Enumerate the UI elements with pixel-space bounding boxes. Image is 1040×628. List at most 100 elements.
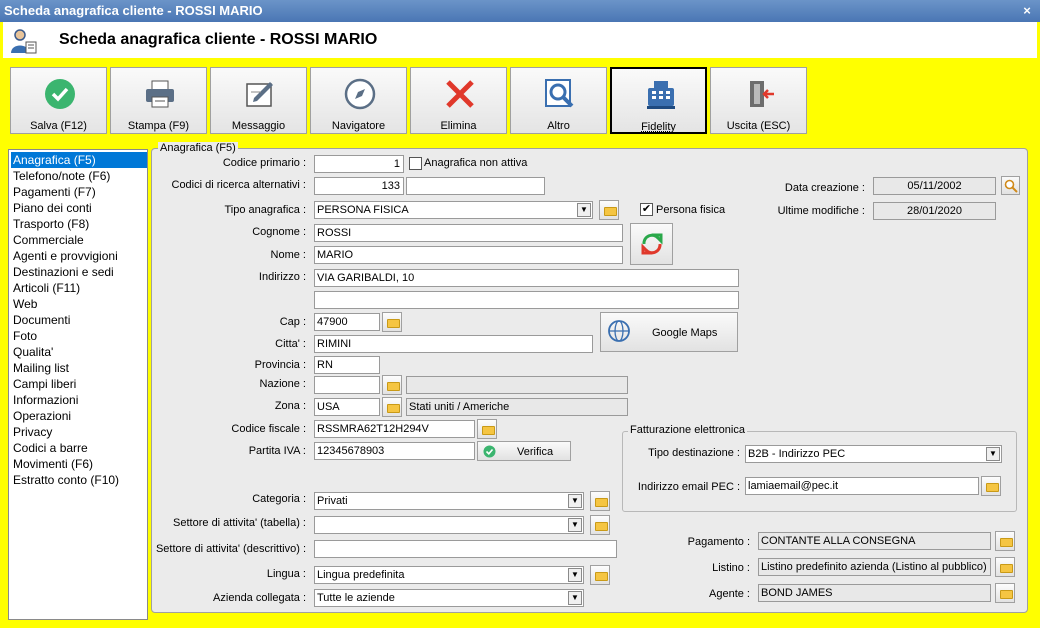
google-maps-button[interactable]: Google Maps (600, 312, 738, 352)
agente-folder-icon[interactable] (995, 583, 1015, 603)
settore-tabella-label: Settore di attivita' (tabella) : (173, 517, 306, 529)
settore-descrittivo-field[interactable] (314, 540, 617, 558)
window-titlebar: Scheda anagrafica cliente - ROSSI MARIO (0, 0, 1040, 22)
navigator-button[interactable]: Navigatore (310, 67, 407, 134)
fatturazione-title: Fatturazione elettronica (628, 424, 747, 436)
nav-item[interactable]: Documenti (11, 312, 147, 328)
nazione-label: Nazione : (259, 378, 306, 390)
tipo-anagrafica-select[interactable]: PERSONA FISICA ▼ (314, 201, 593, 219)
provincia-label: Provincia : (254, 359, 306, 371)
compose-message-icon (246, 82, 273, 107)
tipo-destinazione-select[interactable]: B2B - Indirizzo PEC ▼ (745, 445, 1002, 463)
exit-label: Uscita (ESC) (726, 120, 791, 132)
nav-item[interactable]: Informazioni (11, 392, 147, 408)
globe-icon (608, 320, 630, 342)
indirizzo-field-2[interactable] (314, 291, 739, 309)
nav-item[interactable]: Agenti e provvigioni (11, 248, 147, 264)
save-button[interactable]: Salva (F12) (10, 67, 107, 134)
nav-item[interactable]: Estratto conto (F10) (11, 472, 147, 488)
checkmark-icon (45, 79, 75, 109)
nav-item[interactable]: Mailing list (11, 360, 147, 376)
nav-item[interactable]: Pagamenti (F7) (11, 184, 147, 200)
codici-alternativi-field-2[interactable] (406, 177, 545, 195)
search-date-button[interactable] (1001, 176, 1020, 195)
listino-folder-icon[interactable] (995, 557, 1015, 577)
delete-label: Elimina (440, 120, 477, 132)
chevron-down-icon: ▼ (568, 518, 582, 532)
lingua-value: Lingua predefinita (317, 569, 405, 581)
nav-item[interactable]: Trasporto (F8) (11, 216, 147, 232)
group-title: Anagrafica (F5) (158, 142, 238, 154)
anagrafica-non-attiva-label: Anagrafica non attiva (424, 157, 528, 169)
categoria-select[interactable]: Privati ▼ (314, 492, 584, 510)
codice-fiscale-field[interactable]: RSSMRA62T12H294V (314, 420, 475, 438)
close-icon[interactable]: × (1020, 4, 1034, 18)
pagamento-folder-icon[interactable] (995, 531, 1015, 551)
nome-field[interactable]: MARIO (314, 246, 623, 264)
pagamento-label: Pagamento : (687, 536, 750, 548)
nav-item[interactable]: Privacy (11, 424, 147, 440)
nav-item[interactable]: Anagrafica (F5) (11, 152, 147, 168)
email-pec-field[interactable]: lamiaemail@pec.it (745, 477, 979, 495)
zona-folder-icon[interactable] (382, 397, 402, 417)
nav-item[interactable]: Foto (11, 328, 147, 344)
cap-field[interactable]: 47900 (314, 313, 380, 331)
pagamento-field: CONTANTE ALLA CONSEGNA (758, 532, 991, 550)
email-pec-folder-icon[interactable] (981, 476, 1001, 496)
nazione-folder-icon[interactable] (382, 375, 402, 395)
chevron-down-icon: ▼ (568, 494, 582, 508)
azienda-collegata-select[interactable]: Tutte le aziende ▼ (314, 589, 584, 607)
nav-item[interactable]: Articoli (F11) (11, 280, 147, 296)
delete-button[interactable]: Elimina (410, 67, 507, 134)
cap-folder-icon[interactable] (382, 312, 402, 332)
lingua-folder-icon[interactable] (590, 565, 610, 585)
settore-tabella-select[interactable]: ▼ (314, 516, 584, 534)
codice-fiscale-folder-icon[interactable] (477, 419, 497, 439)
lingua-select[interactable]: Lingua predefinita ▼ (314, 566, 584, 584)
nav-item[interactable]: Telefono/note (F6) (11, 168, 147, 184)
zona-label: Zona : (274, 400, 306, 412)
persona-fisica-checkbox[interactable]: ✔ (640, 203, 653, 216)
codice-fiscale-label: Codice fiscale : (231, 423, 306, 435)
provincia-field[interactable]: RN (314, 356, 380, 374)
nav-item[interactable]: Codici a barre (11, 440, 147, 456)
nav-item[interactable]: Movimenti (F6) (11, 456, 147, 472)
nav-item[interactable]: Operazioni (11, 408, 147, 424)
agente-field: BOND JAMES (758, 584, 991, 602)
verifica-button[interactable]: Verifica (477, 441, 571, 461)
message-button[interactable]: Messaggio (210, 67, 307, 134)
codici-alternativi-field[interactable]: 133 (314, 177, 404, 195)
nav-item[interactable]: Web (11, 296, 147, 312)
fidelity-button[interactable]: Fidelity (610, 67, 707, 134)
codice-primario-field[interactable]: 1 (314, 155, 404, 173)
anagrafica-non-attiva-checkbox[interactable] (409, 157, 422, 170)
settore-tabella-folder-icon[interactable] (590, 515, 610, 535)
nav-item[interactable]: Campi liberi (11, 376, 147, 392)
header: Scheda anagrafica cliente - ROSSI MARIO (3, 22, 1037, 58)
nazione-field[interactable] (314, 376, 380, 394)
partita-iva-field[interactable]: 12345678903 (314, 442, 475, 460)
nav-item[interactable]: Piano dei conti (11, 200, 147, 216)
print-label: Stampa (F9) (127, 120, 190, 132)
cognome-field[interactable]: ROSSI (314, 224, 623, 242)
nome-label: Nome : (270, 249, 306, 261)
data-creazione-field: 05/11/2002 (873, 177, 996, 195)
indirizzo-field[interactable]: VIA GARIBALDI, 10 (314, 269, 739, 287)
nav-item[interactable]: Destinazioni e sedi (11, 264, 147, 280)
chevron-down-icon: ▼ (568, 568, 582, 582)
categoria-label: Categoria : (252, 493, 306, 505)
citta-field[interactable]: RIMINI (314, 335, 593, 353)
check-circle-icon (483, 445, 496, 458)
nav-item[interactable]: Commerciale (11, 232, 147, 248)
swap-names-button[interactable] (630, 223, 673, 265)
categoria-value: Privati (317, 495, 348, 507)
printer-icon (146, 80, 174, 108)
exit-button[interactable]: Uscita (ESC) (710, 67, 807, 134)
tipo-anagrafica-folder-icon[interactable] (599, 200, 619, 220)
listino-field: Listino predefinito azienda (Listino al … (758, 558, 991, 576)
nav-item[interactable]: Qualita' (11, 344, 147, 360)
categoria-folder-icon[interactable] (590, 491, 610, 511)
zona-field[interactable]: USA (314, 398, 380, 416)
print-button[interactable]: Stampa (F9) (110, 67, 207, 134)
more-button[interactable]: Altro (510, 67, 607, 134)
